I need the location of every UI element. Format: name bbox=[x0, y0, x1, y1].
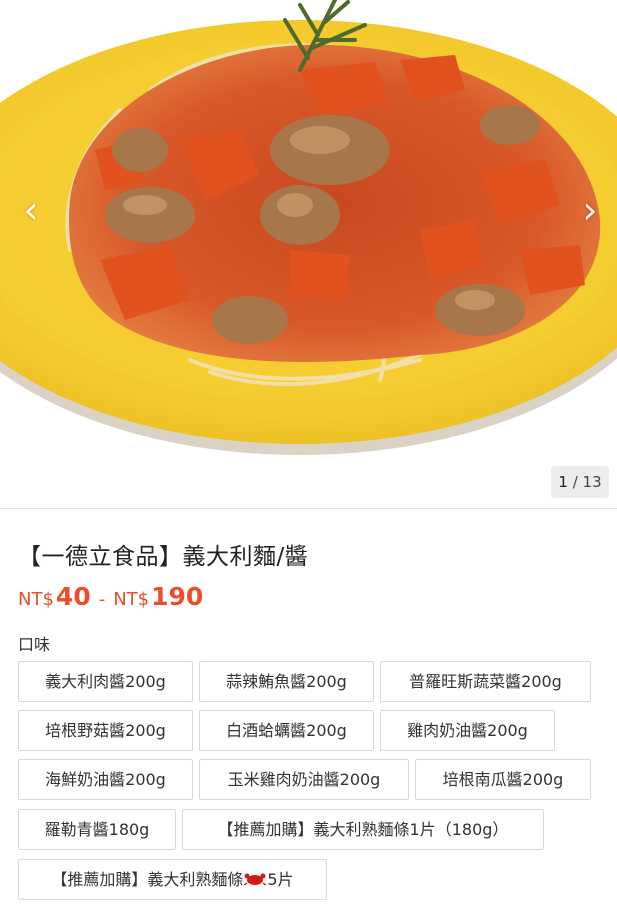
price-min: 40 bbox=[55, 582, 91, 611]
flavor-option[interactable]: 【推薦加購】義大利熟麵條1片（180g） bbox=[182, 809, 544, 850]
flavor-label: 口味 bbox=[18, 635, 51, 654]
price-currency: NT$ bbox=[18, 589, 54, 610]
flavor-option[interactable]: 【推薦加購】義大利熟麵條 5片 bbox=[18, 859, 327, 900]
flavor-option[interactable]: 玉米雞肉奶油醬200g bbox=[199, 759, 409, 800]
flavor-option[interactable]: 培根南瓜醬200g bbox=[415, 759, 591, 800]
flavor-option[interactable]: 蒜辣鮪魚醬200g bbox=[199, 661, 374, 702]
flavor-option-label-suffix: 5片 bbox=[267, 870, 294, 889]
product-info: 【一德立食品】義大利麵/醬 NT$ 40 - NT$ 190 口味 義大利肉醬2… bbox=[0, 537, 617, 911]
flavor-option[interactable]: 羅勒青醬180g bbox=[18, 809, 176, 850]
flavor-option[interactable]: 義大利肉醬200g bbox=[18, 661, 193, 702]
chevron-right-icon: › bbox=[582, 188, 598, 232]
flavor-option[interactable]: 白酒蛤蠣醬200g bbox=[199, 710, 374, 751]
flavor-option[interactable]: 海鮮奶油醬200g bbox=[18, 759, 193, 800]
flavor-option[interactable]: 普羅旺斯蔬菜醬200g bbox=[380, 661, 591, 702]
prev-image-button[interactable]: ‹ bbox=[18, 188, 44, 232]
flavor-options: 義大利肉醬200g 蒜辣鮪魚醬200g 普羅旺斯蔬菜醬200g 培根野菇醬200… bbox=[18, 661, 599, 911]
product-title: 【一德立食品】義大利麵/醬 bbox=[18, 544, 309, 570]
divider bbox=[0, 508, 617, 509]
price-range: NT$ 40 - NT$ 190 bbox=[18, 582, 599, 611]
product-image-gallery[interactable]: ‹ › 1 / 13 bbox=[0, 0, 617, 508]
image-counter: 1 / 13 bbox=[551, 466, 609, 498]
crab-emoji-icon bbox=[243, 861, 267, 900]
image-counter-separator: / bbox=[572, 473, 578, 491]
price-max: 190 bbox=[151, 582, 204, 611]
price-separator: - bbox=[98, 589, 106, 610]
next-image-button[interactable]: › bbox=[577, 188, 603, 232]
pasta-image bbox=[0, 0, 617, 508]
flavor-option-label-prefix: 【推薦加購】義大利熟麵條 bbox=[51, 870, 244, 889]
price-currency: NT$ bbox=[113, 589, 150, 610]
flavor-option[interactable]: 培根野菇醬200g bbox=[18, 710, 193, 751]
image-counter-total: 13 bbox=[582, 473, 602, 491]
flavor-option[interactable]: 雞肉奶油醬200g bbox=[380, 710, 555, 751]
image-counter-current: 1 bbox=[558, 473, 568, 491]
chevron-left-icon: ‹ bbox=[23, 188, 39, 232]
